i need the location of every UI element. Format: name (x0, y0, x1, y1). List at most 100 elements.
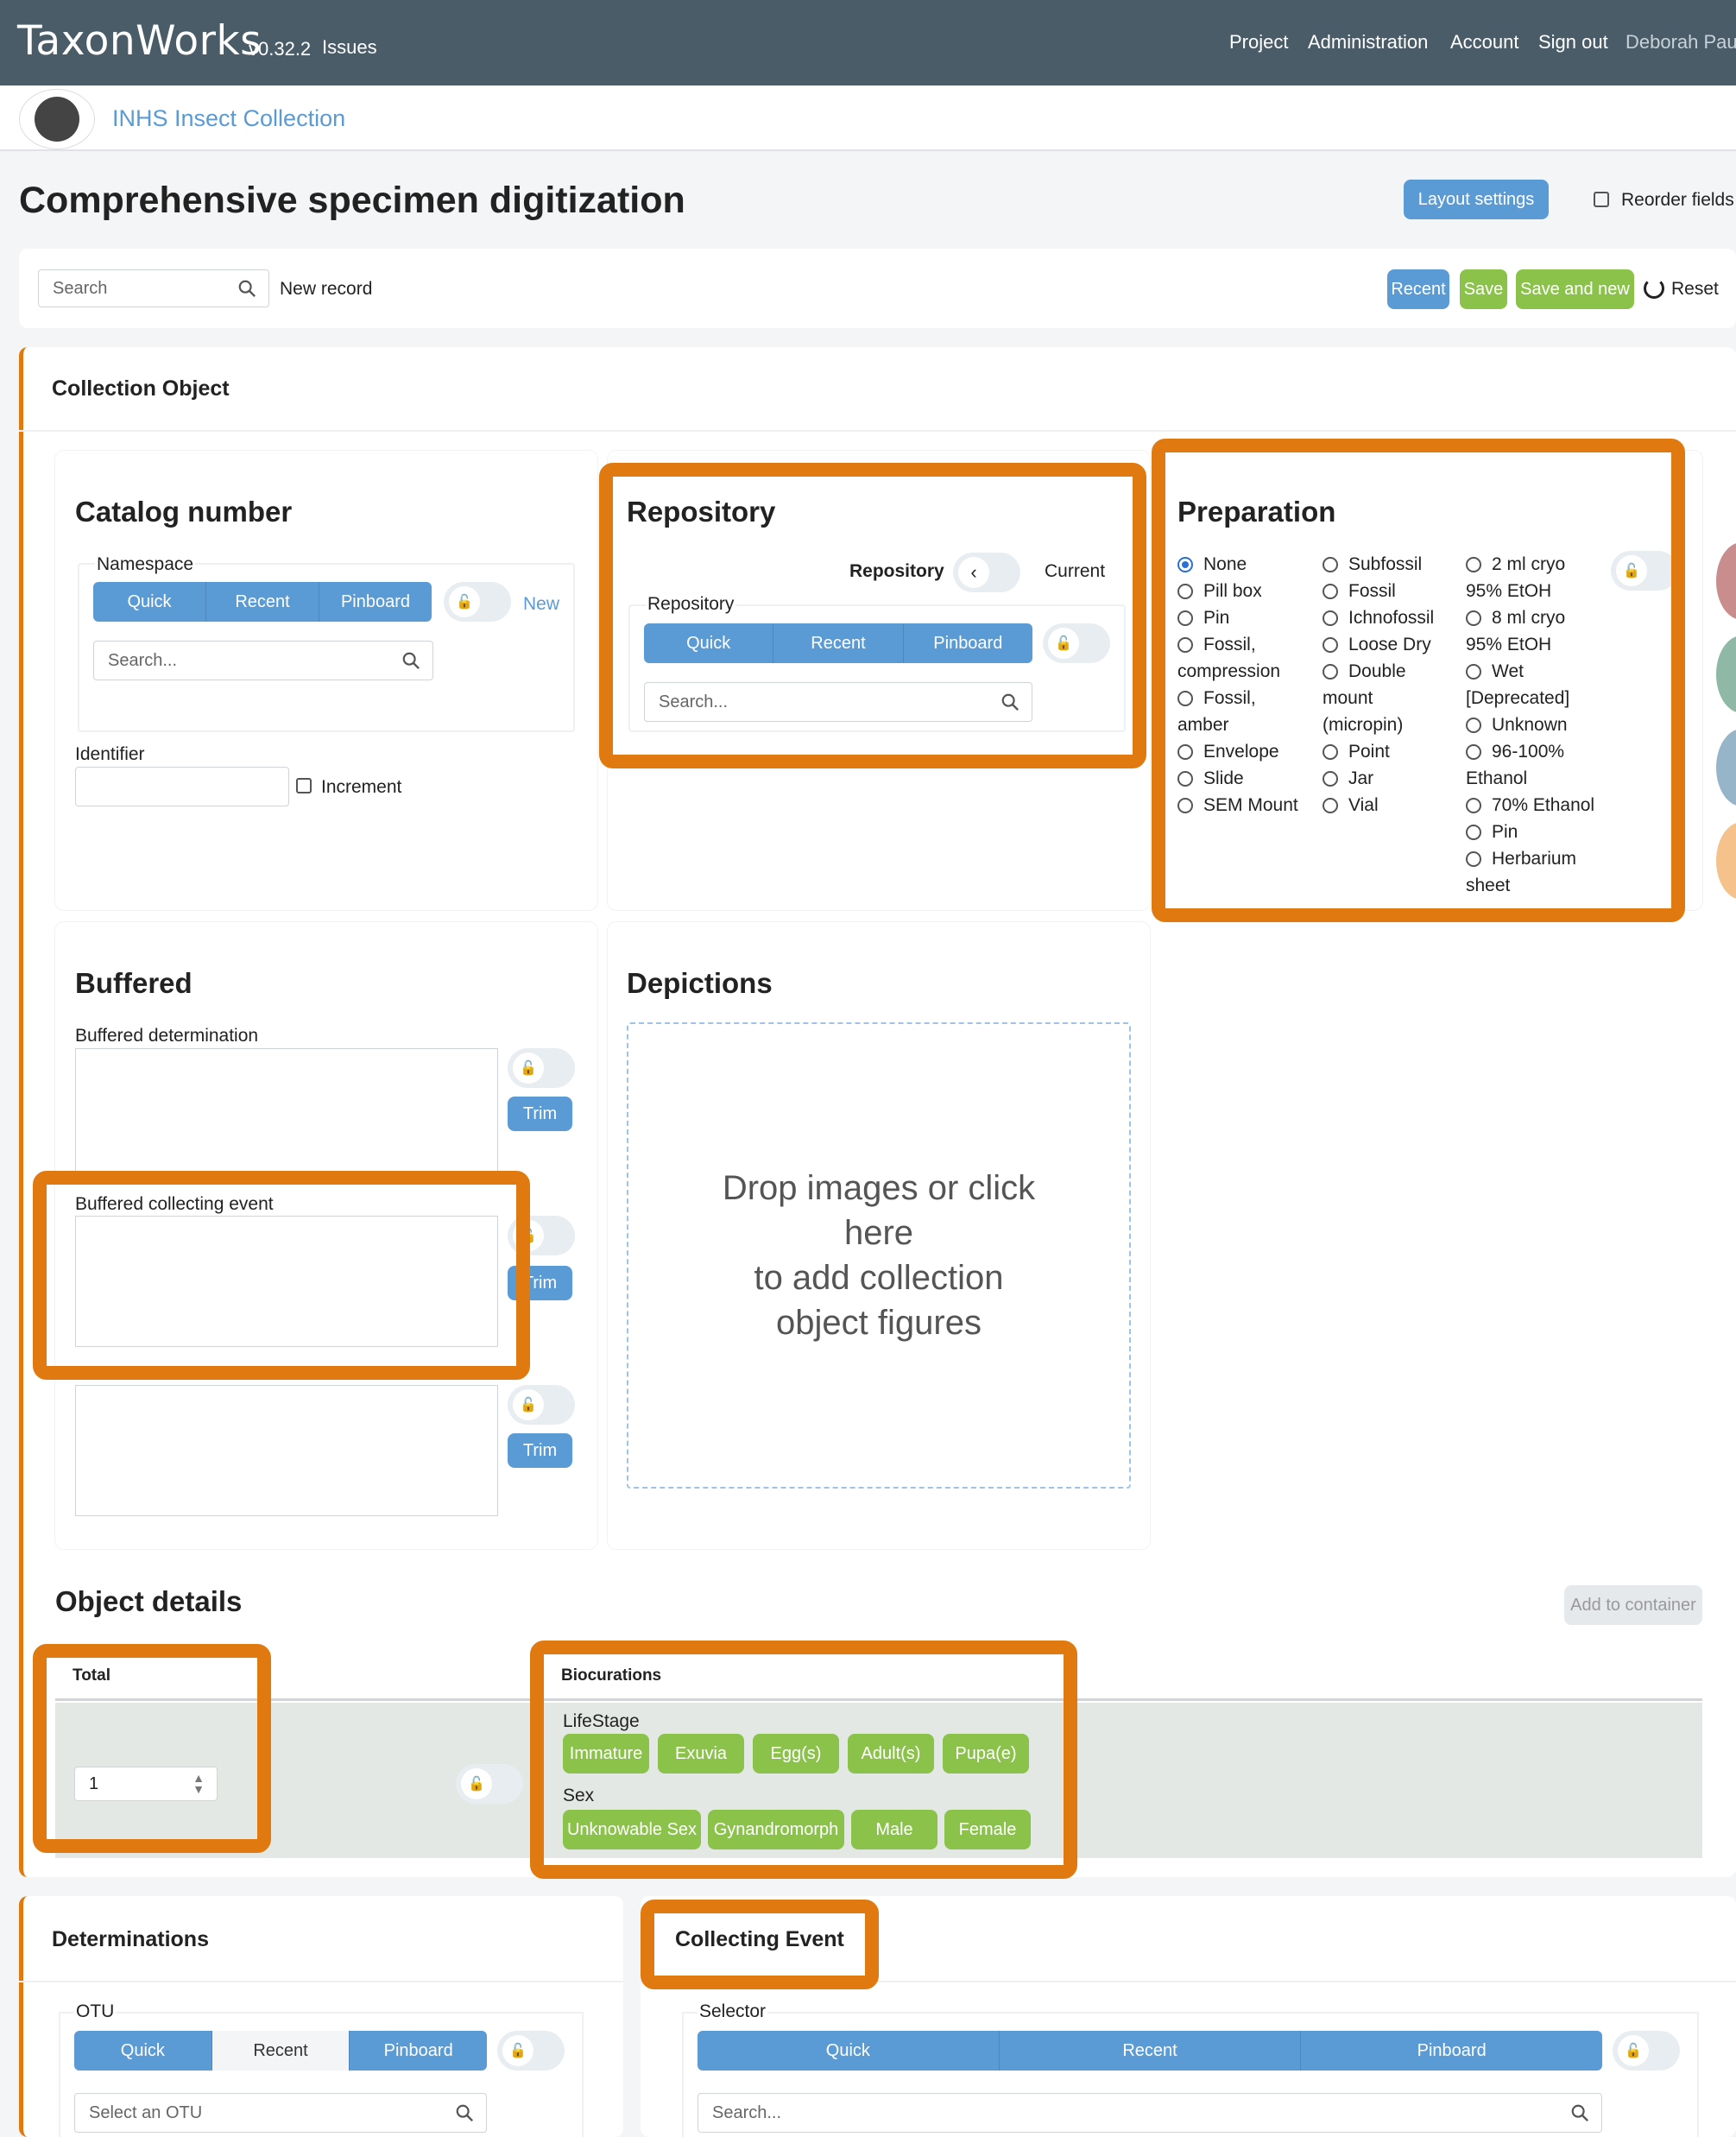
increment-checkbox[interactable] (296, 778, 312, 793)
lifestage-pupae-button[interactable]: Pupa(e) (943, 1734, 1029, 1773)
trim-button[interactable]: Trim (508, 1097, 572, 1131)
collecting-event-search-input[interactable]: Search... (698, 2093, 1602, 2133)
add-to-container-button[interactable]: Add to container (1564, 1585, 1702, 1625)
radio-icon[interactable] (1466, 851, 1481, 868)
trim-button[interactable]: Trim (508, 1433, 572, 1468)
radio-icon[interactable] (1177, 744, 1193, 761)
preparation-lock-toggle[interactable]: 🔓 (1611, 551, 1678, 591)
lifestage-eggs-button[interactable]: Egg(s) (753, 1734, 839, 1773)
namespace-lock-toggle[interactable]: 🔓 (444, 582, 511, 622)
radio-icon[interactable] (1177, 691, 1193, 707)
lifestage-exuvia-button[interactable]: Exuvia (658, 1734, 744, 1773)
selector-lock-toggle[interactable]: 🔓 (1613, 2031, 1680, 2071)
tab-quick[interactable]: Quick (644, 623, 774, 663)
tab-quick[interactable]: Quick (74, 2031, 212, 2071)
identifier-input[interactable] (75, 767, 289, 806)
radio-icon[interactable] (1466, 664, 1481, 680)
radio-icon[interactable] (1177, 637, 1193, 654)
tab-recent[interactable]: Recent (999, 2031, 1302, 2071)
tab-quick[interactable]: Quick (93, 582, 206, 622)
sex-gynandromorph-button[interactable]: Gynandromorph (708, 1810, 844, 1849)
radio-icon[interactable] (1323, 664, 1338, 680)
radio-icon[interactable] (1323, 771, 1338, 787)
tab-pinboard[interactable]: Pinboard (903, 623, 1032, 663)
depiction-dropzone[interactable]: Drop images or click here to add collect… (627, 1022, 1131, 1489)
tab-recent[interactable]: Recent (206, 582, 319, 622)
prep-option-fossil-compression[interactable]: Fossil, (1177, 631, 1316, 658)
radio-icon[interactable] (1323, 584, 1338, 600)
reset-icon[interactable] (1644, 278, 1664, 299)
prep-option-70-ethanol[interactable]: 70% Ethanol (1466, 792, 1613, 819)
radio-icon[interactable] (1466, 744, 1481, 761)
save-button[interactable]: Save (1460, 269, 1507, 309)
new-record-link[interactable]: New record (280, 279, 372, 300)
sex-female-button[interactable]: Female (944, 1810, 1031, 1849)
repository-lock-toggle[interactable]: 🔓 (1043, 623, 1110, 663)
nav-user[interactable]: Deborah Paul (1626, 31, 1736, 54)
prep-option-2ml-cryo[interactable]: 2 ml cryo (1466, 551, 1613, 578)
otu-lock-toggle[interactable]: 🔓 (497, 2031, 565, 2071)
tab-recent[interactable]: Recent (773, 623, 904, 663)
app-brand[interactable]: TaxonWorks (17, 17, 262, 65)
buffered-determination-textarea[interactable] (75, 1048, 498, 1174)
project-name-link[interactable]: INHS Insect Collection (112, 105, 345, 132)
prep-option-wet[interactable]: Wet (1466, 658, 1613, 685)
namespace-search-input[interactable]: Search... (93, 641, 433, 680)
prep-option-slide[interactable]: Slide (1177, 765, 1316, 792)
total-input[interactable]: 1 ▲ ▼ (74, 1767, 218, 1801)
radio-icon[interactable] (1177, 584, 1193, 600)
prep-option-loose-dry[interactable]: Loose Dry (1323, 631, 1461, 658)
reset-button[interactable]: Reset (1671, 279, 1719, 300)
reorder-fields-checkbox[interactable] (1594, 192, 1609, 207)
prep-option-fossil-amber[interactable]: Fossil, (1177, 685, 1316, 711)
radio-icon[interactable] (1466, 610, 1481, 627)
tab-quick[interactable]: Quick (698, 2031, 1000, 2071)
prep-option-subfossil[interactable]: Subfossil (1323, 551, 1461, 578)
prep-option-sem-mount[interactable]: SEM Mount (1177, 792, 1316, 819)
recent-button[interactable]: Recent (1387, 269, 1449, 309)
prep-option-envelope[interactable]: Envelope (1177, 738, 1316, 765)
prep-option-double-mount[interactable]: Double (1323, 658, 1461, 685)
radio-icon[interactable] (1466, 557, 1481, 573)
otu-search-input[interactable]: Select an OTU (74, 2093, 487, 2133)
nav-project[interactable]: Project (1229, 31, 1288, 54)
radio-selected-icon[interactable] (1177, 557, 1193, 573)
radio-icon[interactable] (1177, 798, 1193, 814)
prep-option-pin[interactable]: Pin (1466, 819, 1613, 845)
issues-link[interactable]: Issues (322, 36, 377, 59)
radio-icon[interactable] (1466, 718, 1481, 734)
layout-settings-button[interactable]: Layout settings (1404, 180, 1549, 219)
prep-option-ichnofossil[interactable]: Ichnofossil (1323, 604, 1461, 631)
prep-option-herbarium-sheet[interactable]: Herbarium (1466, 845, 1613, 872)
tab-pinboard[interactable]: Pinboard (1301, 2031, 1602, 2071)
record-search-input[interactable]: Search (38, 269, 269, 307)
tab-pinboard[interactable]: Pinboard (319, 582, 432, 622)
prep-option-unknown[interactable]: Unknown (1466, 711, 1613, 738)
prep-option-96-ethanol[interactable]: 96-100% (1466, 738, 1613, 765)
prep-option-fossil[interactable]: Fossil (1323, 578, 1461, 604)
nav-account[interactable]: Account (1450, 31, 1519, 54)
prep-option-none[interactable]: None (1177, 551, 1316, 578)
radio-icon[interactable] (1323, 557, 1338, 573)
radio-icon[interactable] (1177, 771, 1193, 787)
nav-administration[interactable]: Administration (1308, 31, 1428, 54)
prep-option-jar[interactable]: Jar (1323, 765, 1461, 792)
buffered-determination-lock[interactable]: 🔓 (508, 1048, 575, 1088)
radio-icon[interactable] (1177, 610, 1193, 627)
radio-icon[interactable] (1466, 825, 1481, 841)
repository-search-input[interactable]: Search... (644, 682, 1032, 722)
radio-icon[interactable] (1323, 798, 1338, 814)
radio-icon[interactable] (1323, 610, 1338, 627)
namespace-new-link[interactable]: New (523, 594, 559, 615)
sex-unknowable-button[interactable]: Unknowable Sex (563, 1810, 701, 1849)
prep-option-pill-box[interactable]: Pill box (1177, 578, 1316, 604)
nav-sign-out[interactable]: Sign out (1538, 31, 1608, 54)
prep-option-point[interactable]: Point (1323, 738, 1461, 765)
buffered-collecting-event-lock[interactable]: 🔓 (508, 1216, 575, 1255)
radio-icon[interactable] (1323, 637, 1338, 654)
radio-icon[interactable] (1323, 744, 1338, 761)
tab-recent[interactable]: Recent (211, 2031, 350, 2071)
buffered-collecting-event-textarea[interactable] (75, 1216, 498, 1347)
prep-option-pin[interactable]: Pin (1177, 604, 1316, 631)
trim-button[interactable]: Trim (508, 1266, 572, 1300)
